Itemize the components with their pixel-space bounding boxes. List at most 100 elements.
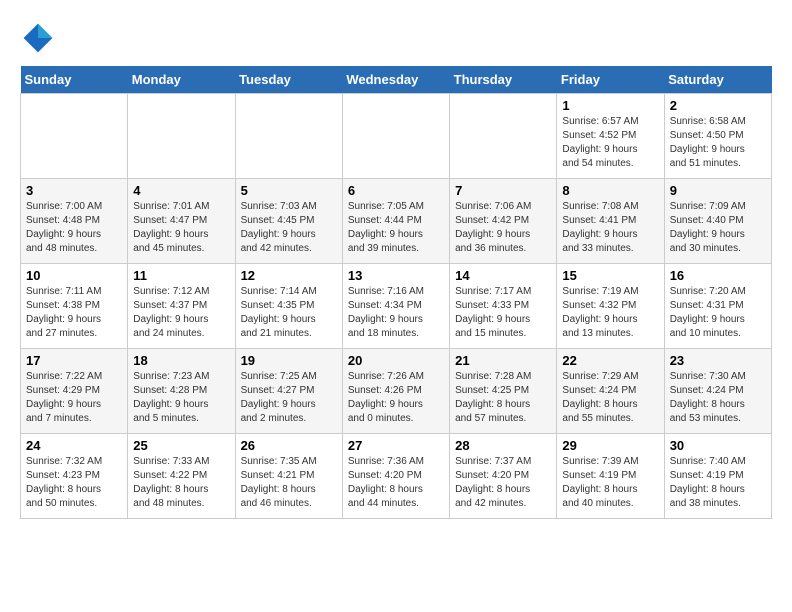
day-number: 1 bbox=[562, 98, 658, 113]
day-number: 2 bbox=[670, 98, 766, 113]
day-info: Sunrise: 7:36 AM Sunset: 4:20 PM Dayligh… bbox=[348, 455, 444, 511]
day-info: Sunrise: 7:28 AM Sunset: 4:25 PM Dayligh… bbox=[455, 370, 551, 426]
day-number: 6 bbox=[348, 183, 444, 198]
weekday-header-tuesday: Tuesday bbox=[235, 66, 342, 94]
day-number: 9 bbox=[670, 183, 766, 198]
calendar-cell: 15Sunrise: 7:19 AM Sunset: 4:32 PM Dayli… bbox=[557, 264, 664, 349]
calendar-cell: 13 Sunrise: 7:16 AM Sunset: 4:34 PM Dayli… bbox=[342, 264, 449, 349]
day-number: 16 bbox=[670, 268, 766, 283]
calendar-cell: 3 Sunrise: 7:00 AM Sunset: 4:48 PM Daylig… bbox=[21, 179, 128, 264]
day-info: Sunrise: 7:01 AM Sunset: 4:47 PM Dayligh… bbox=[133, 200, 229, 256]
calendar-cell: 16 Sunrise: 7:20 AM Sunset: 4:31 PM Dayli… bbox=[664, 264, 771, 349]
day-info: Sunrise: 7:20 AM Sunset: 4:31 PM Dayligh… bbox=[670, 285, 766, 341]
day-number: 3 bbox=[26, 183, 122, 198]
calendar-cell: 2 Sunrise: 6:58 AM Sunset: 4:50 PM Daylig… bbox=[664, 94, 771, 179]
calendar-cell: 7 Sunrise: 7:06 AM Sunset: 4:42 PM Daylig… bbox=[450, 179, 557, 264]
day-info: Sunrise: 7:14 AM Sunset: 4:35 PM Dayligh… bbox=[241, 285, 337, 341]
weekday-header-saturday: Saturday bbox=[664, 66, 771, 94]
weekday-header-thursday: Thursday bbox=[450, 66, 557, 94]
calendar-cell: 28 Sunrise: 7:37 AM Sunset: 4:20 PM Dayli… bbox=[450, 434, 557, 519]
day-info: Sunrise: 7:32 AM Sunset: 4:23 PM Dayligh… bbox=[26, 455, 122, 511]
day-info: Sunrise: 7:12 AM Sunset: 4:37 PM Dayligh… bbox=[133, 285, 229, 341]
day-info: Sunrise: 6:58 AM Sunset: 4:50 PM Dayligh… bbox=[670, 115, 766, 171]
day-number: 19 bbox=[241, 353, 337, 368]
day-number: 15 bbox=[562, 268, 658, 283]
day-number: 24 bbox=[26, 438, 122, 453]
day-info: Sunrise: 7:16 AM Sunset: 4:34 PM Dayligh… bbox=[348, 285, 444, 341]
calendar-cell: 1 Sunrise: 6:57 AM Sunset: 4:52 PM Daylig… bbox=[557, 94, 664, 179]
calendar-cell bbox=[235, 94, 342, 179]
day-info: Sunrise: 7:39 AM Sunset: 4:19 PM Dayligh… bbox=[562, 455, 658, 511]
day-number: 27 bbox=[348, 438, 444, 453]
calendar-cell: 9 Sunrise: 7:09 AM Sunset: 4:40 PM Daylig… bbox=[664, 179, 771, 264]
day-info: Sunrise: 7:35 AM Sunset: 4:21 PM Dayligh… bbox=[241, 455, 337, 511]
day-number: 25 bbox=[133, 438, 229, 453]
day-info: Sunrise: 7:00 AM Sunset: 4:48 PM Dayligh… bbox=[26, 200, 122, 256]
calendar-cell: 22Sunrise: 7:29 AM Sunset: 4:24 PM Dayli… bbox=[557, 349, 664, 434]
logo-icon bbox=[20, 20, 56, 56]
day-info: Sunrise: 7:40 AM Sunset: 4:19 PM Dayligh… bbox=[670, 455, 766, 511]
day-number: 29 bbox=[562, 438, 658, 453]
day-info: Sunrise: 7:37 AM Sunset: 4:20 PM Dayligh… bbox=[455, 455, 551, 511]
calendar-cell: 20 Sunrise: 7:26 AM Sunset: 4:26 PM Dayli… bbox=[342, 349, 449, 434]
weekday-header-wednesday: Wednesday bbox=[342, 66, 449, 94]
day-number: 14 bbox=[455, 268, 551, 283]
day-info: Sunrise: 7:03 AM Sunset: 4:45 PM Dayligh… bbox=[241, 200, 337, 256]
calendar-cell: 27 Sunrise: 7:36 AM Sunset: 4:20 PM Dayli… bbox=[342, 434, 449, 519]
calendar-cell bbox=[21, 94, 128, 179]
calendar-cell: 4 Sunrise: 7:01 AM Sunset: 4:47 PM Daylig… bbox=[128, 179, 235, 264]
day-info: Sunrise: 7:22 AM Sunset: 4:29 PM Dayligh… bbox=[26, 370, 122, 426]
day-number: 4 bbox=[133, 183, 229, 198]
calendar-table: SundayMondayTuesdayWednesdayThursdayFrid… bbox=[20, 66, 772, 519]
day-number: 17 bbox=[26, 353, 122, 368]
day-info: Sunrise: 6:57 AM Sunset: 4:52 PM Dayligh… bbox=[562, 115, 658, 171]
calendar-cell: 29 Sunrise: 7:39 AM Sunset: 4:19 PM Dayli… bbox=[557, 434, 664, 519]
day-number: 10 bbox=[26, 268, 122, 283]
day-info: Sunrise: 7:06 AM Sunset: 4:42 PM Dayligh… bbox=[455, 200, 551, 256]
calendar-cell: 6Sunrise: 7:05 AM Sunset: 4:44 PM Daylig… bbox=[342, 179, 449, 264]
day-info: Sunrise: 7:09 AM Sunset: 4:40 PM Dayligh… bbox=[670, 200, 766, 256]
calendar-cell bbox=[342, 94, 449, 179]
weekday-header-monday: Monday bbox=[128, 66, 235, 94]
calendar-cell: 21 Sunrise: 7:28 AM Sunset: 4:25 PM Dayli… bbox=[450, 349, 557, 434]
day-number: 23 bbox=[670, 353, 766, 368]
day-number: 8 bbox=[562, 183, 658, 198]
logo bbox=[20, 20, 62, 56]
weekday-header-friday: Friday bbox=[557, 66, 664, 94]
calendar-cell: 19 Sunrise: 7:25 AM Sunset: 4:27 PM Dayli… bbox=[235, 349, 342, 434]
day-number: 11 bbox=[133, 268, 229, 283]
day-number: 5 bbox=[241, 183, 337, 198]
page-header bbox=[20, 20, 772, 56]
calendar-cell: 8 Sunrise: 7:08 AM Sunset: 4:41 PM Daylig… bbox=[557, 179, 664, 264]
calendar-cell: 11 Sunrise: 7:12 AM Sunset: 4:37 PM Dayli… bbox=[128, 264, 235, 349]
day-number: 21 bbox=[455, 353, 551, 368]
calendar-cell: 5 Sunrise: 7:03 AM Sunset: 4:45 PM Daylig… bbox=[235, 179, 342, 264]
day-number: 26 bbox=[241, 438, 337, 453]
day-number: 20 bbox=[348, 353, 444, 368]
day-info: Sunrise: 7:08 AM Sunset: 4:41 PM Dayligh… bbox=[562, 200, 658, 256]
calendar-cell: 23Sunrise: 7:30 AM Sunset: 4:24 PM Dayli… bbox=[664, 349, 771, 434]
calendar-cell: 24 Sunrise: 7:32 AM Sunset: 4:23 PM Dayli… bbox=[21, 434, 128, 519]
calendar-cell: 17 Sunrise: 7:22 AM Sunset: 4:29 PM Dayli… bbox=[21, 349, 128, 434]
calendar-cell: 18 Sunrise: 7:23 AM Sunset: 4:28 PM Dayli… bbox=[128, 349, 235, 434]
day-info: Sunrise: 7:23 AM Sunset: 4:28 PM Dayligh… bbox=[133, 370, 229, 426]
day-info: Sunrise: 7:33 AM Sunset: 4:22 PM Dayligh… bbox=[133, 455, 229, 511]
day-number: 22 bbox=[562, 353, 658, 368]
calendar-cell: 25 Sunrise: 7:33 AM Sunset: 4:22 PM Dayli… bbox=[128, 434, 235, 519]
calendar-cell bbox=[450, 94, 557, 179]
day-info: Sunrise: 7:25 AM Sunset: 4:27 PM Dayligh… bbox=[241, 370, 337, 426]
calendar-cell: 10 Sunrise: 7:11 AM Sunset: 4:38 PM Dayli… bbox=[21, 264, 128, 349]
day-number: 7 bbox=[455, 183, 551, 198]
day-number: 12 bbox=[241, 268, 337, 283]
calendar-cell: 26 Sunrise: 7:35 AM Sunset: 4:21 PM Dayli… bbox=[235, 434, 342, 519]
day-info: Sunrise: 7:11 AM Sunset: 4:38 PM Dayligh… bbox=[26, 285, 122, 341]
day-info: Sunrise: 7:26 AM Sunset: 4:26 PM Dayligh… bbox=[348, 370, 444, 426]
day-number: 13 bbox=[348, 268, 444, 283]
day-info: Sunrise: 7:17 AM Sunset: 4:33 PM Dayligh… bbox=[455, 285, 551, 341]
calendar-cell: 14 Sunrise: 7:17 AM Sunset: 4:33 PM Dayli… bbox=[450, 264, 557, 349]
calendar-cell: 12 Sunrise: 7:14 AM Sunset: 4:35 PM Dayli… bbox=[235, 264, 342, 349]
calendar-cell bbox=[128, 94, 235, 179]
day-number: 28 bbox=[455, 438, 551, 453]
day-number: 30 bbox=[670, 438, 766, 453]
day-number: 18 bbox=[133, 353, 229, 368]
